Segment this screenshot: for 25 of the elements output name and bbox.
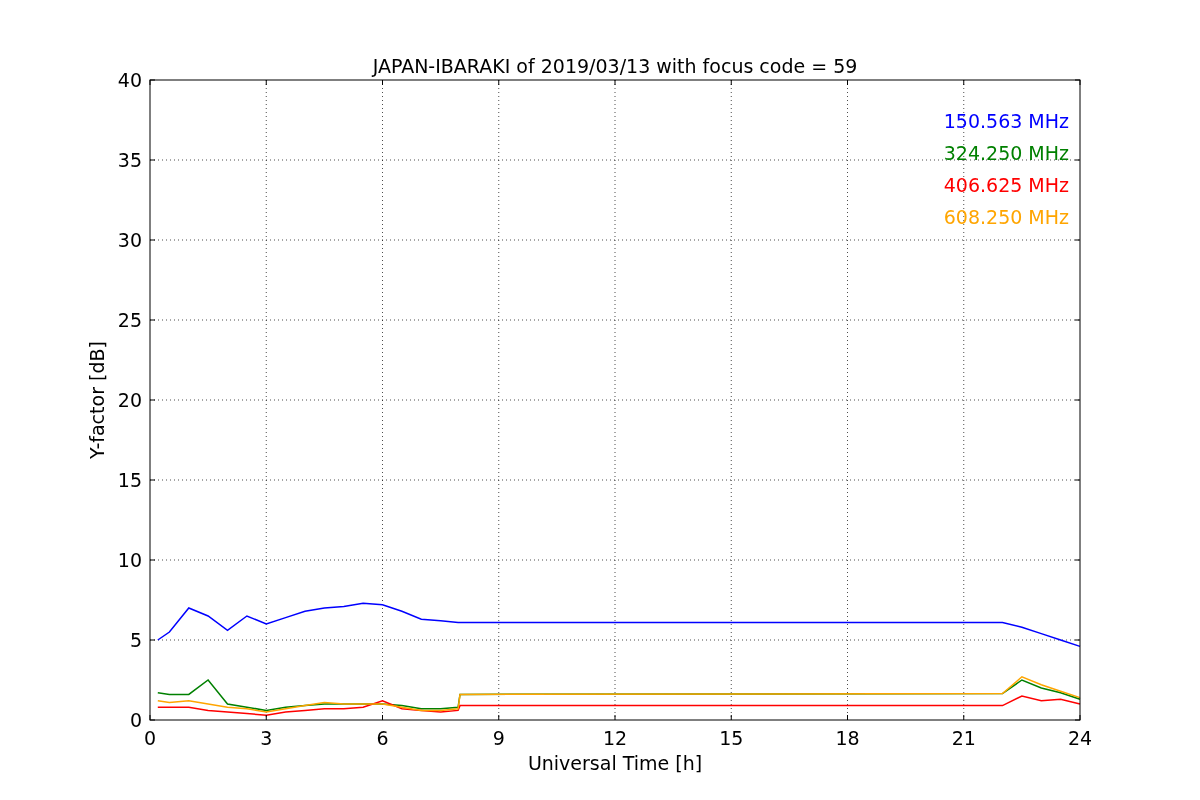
tick-label: 25 bbox=[117, 309, 142, 331]
tick-label: 0 bbox=[143, 727, 157, 749]
legend-label: 406.625 MHz bbox=[943, 174, 1069, 196]
tick-label: 10 bbox=[117, 549, 142, 571]
tick-label: 30 bbox=[117, 229, 142, 251]
legend-label: 608.250 MHz bbox=[943, 206, 1069, 228]
tick-label: 35 bbox=[117, 149, 142, 171]
legend-label: 324.250 MHz bbox=[943, 142, 1069, 164]
tick-label: 24 bbox=[1067, 727, 1093, 749]
tick-label: 6 bbox=[376, 727, 389, 749]
tick-label: 3 bbox=[260, 727, 273, 749]
tick-label: 12 bbox=[602, 727, 628, 749]
tick-label: 40 bbox=[117, 69, 142, 91]
tick-label: 18 bbox=[835, 727, 860, 749]
tick-label: 15 bbox=[719, 727, 744, 749]
chart-title: JAPAN-IBARAKI of 2019/03/13 with focus code = 59 bbox=[372, 55, 858, 77]
tick-label: 21 bbox=[951, 727, 976, 749]
tick-label: 0 bbox=[129, 709, 142, 731]
legend-label: 150.563 MHz bbox=[943, 110, 1069, 132]
tick-label: 9 bbox=[492, 727, 505, 749]
axis-label: Universal Time [h] bbox=[527, 752, 703, 774]
tick-label: 20 bbox=[117, 389, 142, 411]
axis-label: Y-factor [dB] bbox=[86, 341, 108, 459]
tick-label: 5 bbox=[129, 629, 142, 651]
tick-label: 15 bbox=[117, 469, 142, 491]
